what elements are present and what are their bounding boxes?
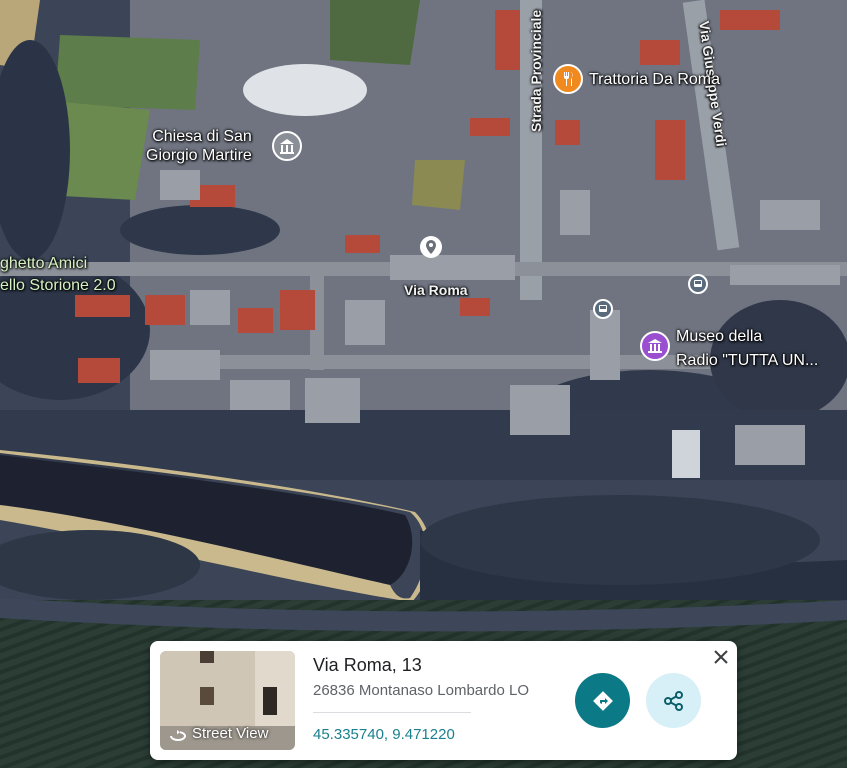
place-title: Via Roma, 13 bbox=[313, 655, 422, 675]
fork-knife-icon bbox=[564, 72, 573, 86]
restaurant-pin[interactable] bbox=[553, 64, 583, 94]
directions-icon bbox=[592, 690, 613, 711]
place-address: 26836 Montanaso Lombardo LO bbox=[313, 682, 529, 699]
poi-label-trattoria[interactable]: Trattoria Da Roma bbox=[589, 70, 720, 89]
location-pin-icon bbox=[426, 240, 436, 254]
location-pin-marker[interactable] bbox=[420, 236, 442, 258]
place-label-ghetto-line2[interactable]: ello Storione 2.0 bbox=[0, 276, 116, 296]
museum-icon bbox=[648, 339, 662, 353]
place-label-ghetto-line1[interactable]: ghetto Amici bbox=[0, 254, 87, 274]
share-icon bbox=[663, 690, 683, 711]
bus-stop-marker-1[interactable] bbox=[688, 274, 708, 294]
poi-label-museo-line1[interactable]: Museo della bbox=[676, 327, 762, 346]
poi-label-chiesa[interactable]: Chiesa di San Giorgio Martire bbox=[146, 127, 252, 165]
street-view-thumbnail[interactable]: Street View bbox=[160, 651, 295, 750]
close-icon bbox=[714, 650, 728, 664]
museum-pin[interactable] bbox=[640, 331, 670, 361]
bus-stop-marker-2[interactable] bbox=[593, 299, 613, 319]
road-label-strada-provinciale: Strada Provinciale bbox=[528, 9, 544, 132]
church-pin[interactable] bbox=[272, 131, 302, 161]
road-label-via-roma: Via Roma bbox=[404, 282, 468, 298]
close-button[interactable] bbox=[709, 645, 733, 669]
poi-label-museo-line2[interactable]: Radio "TUTTA UN... bbox=[676, 351, 818, 370]
directions-button[interactable] bbox=[575, 673, 630, 728]
street-view-label: Street View bbox=[168, 725, 268, 742]
street-view-text: Street View bbox=[192, 725, 269, 742]
bus-stop-icon bbox=[599, 305, 607, 312]
street-view-icon bbox=[170, 729, 187, 741]
place-coordinates[interactable]: 45.335740, 9.471220 bbox=[313, 726, 455, 743]
church-icon bbox=[280, 139, 294, 154]
card-divider bbox=[313, 712, 471, 713]
bus-stop-icon bbox=[694, 280, 702, 287]
place-info-card: Street View Via Roma, 13 26836 Montanaso… bbox=[150, 641, 737, 760]
share-button[interactable] bbox=[646, 673, 701, 728]
